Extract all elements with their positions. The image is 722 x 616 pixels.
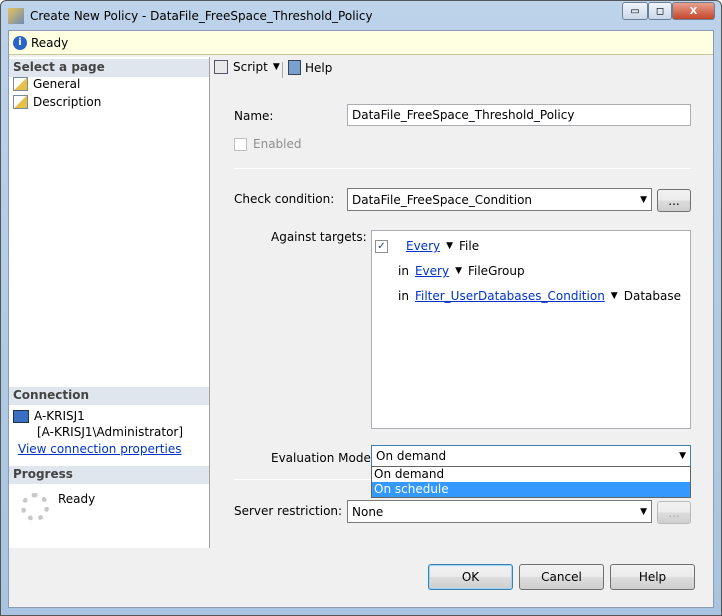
- status-bar: i Ready: [9, 31, 713, 55]
- server-name: A-KRISJ1: [34, 409, 85, 423]
- target-prefix: in: [398, 289, 409, 303]
- connection-header: Connection: [9, 387, 209, 405]
- title-bar: Create New Policy - DataFile_FreeSpace_T…: [8, 6, 373, 26]
- sidebar-item-label: General: [33, 77, 81, 91]
- select-page-header: Select a page: [9, 59, 209, 77]
- help-label: Help: [305, 60, 333, 75]
- check-condition-label: Check condition:: [234, 192, 335, 206]
- chevron-down-icon: ▼: [640, 506, 647, 517]
- chevron-down-icon: ▼: [272, 62, 280, 72]
- enabled-label: Enabled: [253, 137, 302, 151]
- enabled-checkbox[interactable]: Enabled: [234, 137, 302, 151]
- option-on-schedule[interactable]: On schedule: [372, 482, 690, 497]
- name-label: Name:: [234, 109, 274, 123]
- general-page: Script ▼ Help Name: DataFile_FreeSpace_T…: [210, 57, 713, 548]
- sidebar-item-label: Description: [33, 95, 102, 109]
- evaluation-mode-dropdown: On demand On schedule: [371, 466, 691, 498]
- check-condition-browse-button[interactable]: ...: [657, 189, 691, 212]
- script-icon: [214, 60, 228, 74]
- chevron-down-icon[interactable]: ▼: [611, 291, 618, 301]
- help-icon: [288, 60, 301, 75]
- connection-user: [A-KRISJ1\Administrator]: [37, 425, 184, 439]
- maximize-button[interactable]: ◻: [648, 2, 672, 20]
- sidebar: Select a page General Description Connec…: [9, 57, 210, 548]
- status-text: Ready: [31, 35, 69, 50]
- chevron-down-icon: ▼: [640, 194, 647, 205]
- server-restriction-label: Server restriction:: [234, 504, 343, 518]
- window-title: Create New Policy - DataFile_FreeSpace_T…: [30, 9, 373, 23]
- page-icon: [13, 77, 28, 91]
- checkbox-box: [234, 137, 247, 151]
- server-restriction-select[interactable]: None ▼: [347, 500, 652, 523]
- help-toolbar-button[interactable]: Help: [288, 60, 332, 75]
- target-row: ✓ Every ▼ File: [375, 239, 479, 253]
- chevron-down-icon[interactable]: ▼: [455, 266, 462, 276]
- page-icon: [13, 95, 28, 109]
- target-filter-link[interactable]: Filter_UserDatabases_Condition: [415, 289, 605, 303]
- target-row: in Every ▼ FileGroup: [398, 264, 525, 278]
- against-targets-label: Against targets:: [271, 230, 367, 244]
- option-on-demand[interactable]: On demand: [372, 467, 690, 482]
- name-input[interactable]: DataFile_FreeSpace_Threshold_Policy: [347, 104, 691, 126]
- target-row: in Filter_UserDatabases_Condition ▼ Data…: [398, 289, 681, 303]
- target-prefix: in: [398, 264, 409, 278]
- policy-icon: [8, 8, 24, 24]
- close-button[interactable]: X: [672, 2, 715, 20]
- target-type: Database: [623, 289, 681, 303]
- help-button[interactable]: Help: [610, 564, 695, 590]
- progress-status: Ready: [58, 492, 96, 506]
- cancel-button[interactable]: Cancel: [519, 564, 604, 590]
- minimize-button[interactable]: ▭: [622, 2, 648, 20]
- toolbar-divider: [282, 62, 283, 78]
- sidebar-item-general[interactable]: General: [13, 77, 80, 91]
- evaluation-mode-value: On demand: [376, 449, 447, 463]
- targets-box: ✓ Every ▼ File in Every ▼ FileGroup in F…: [371, 230, 691, 429]
- info-icon: i: [13, 35, 27, 50]
- target-filter-link[interactable]: Every: [415, 264, 449, 278]
- evaluation-mode-label: Evaluation Mode:: [271, 451, 375, 465]
- sidebar-item-description[interactable]: Description: [13, 95, 101, 109]
- script-button[interactable]: Script ▼: [214, 60, 280, 74]
- ok-button[interactable]: OK: [428, 564, 513, 590]
- target-type: FileGroup: [467, 264, 525, 278]
- target-filter-link[interactable]: Every: [406, 239, 440, 253]
- target-checkbox[interactable]: ✓: [375, 239, 388, 253]
- target-type: File: [459, 239, 480, 253]
- server-restriction-value: None: [352, 504, 384, 519]
- chevron-down-icon[interactable]: ▼: [446, 241, 453, 251]
- progress-header: Progress: [9, 466, 209, 484]
- script-label: Script: [233, 60, 268, 74]
- connection-server: A-KRISJ1: [13, 409, 85, 423]
- view-connection-properties-link[interactable]: View connection properties: [18, 442, 181, 456]
- check-condition-value: DataFile_FreeSpace_Condition: [352, 192, 533, 207]
- progress-spinner-icon: [21, 493, 49, 521]
- chevron-down-icon: ▼: [679, 451, 686, 461]
- evaluation-mode-select[interactable]: On demand ▼: [371, 445, 691, 467]
- separator: [234, 168, 691, 169]
- check-condition-select[interactable]: DataFile_FreeSpace_Condition ▼: [347, 188, 652, 211]
- server-icon: [13, 409, 29, 423]
- server-restriction-browse-button: ...: [657, 501, 691, 524]
